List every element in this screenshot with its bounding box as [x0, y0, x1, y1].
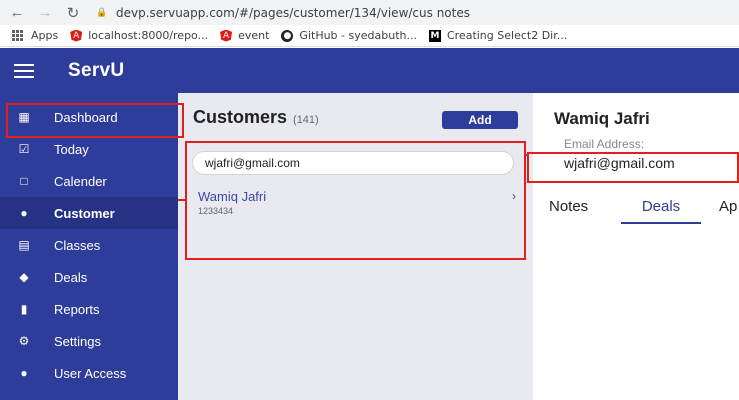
- sidebar-item-label: Settings: [54, 333, 101, 349]
- sidebar-item-customer[interactable]: ● Customer: [0, 197, 178, 229]
- tag-icon: ◆: [19, 270, 29, 284]
- customers-title: Customers: [193, 107, 288, 127]
- cogs-icon: ⚙: [18, 334, 30, 348]
- bookmark-label: GitHub - syedabuth...: [299, 29, 417, 42]
- sidebar-item-label: User Access: [54, 365, 127, 381]
- sidebar-item-label: Customer: [54, 205, 115, 221]
- user-icon: ●: [20, 206, 28, 220]
- sidebar-item-calender[interactable]: □ Calender: [0, 165, 178, 197]
- sidebar-item-user-access[interactable]: ● User Access: [0, 357, 178, 389]
- sidebar-item-label: Deals: [54, 269, 88, 285]
- reload-icon[interactable]: ↻: [62, 2, 84, 24]
- highlight-box-sidebar: [6, 103, 184, 138]
- highlight-box-customers: [185, 141, 526, 260]
- book-icon: ▤: [18, 238, 30, 252]
- bookmark-apps[interactable]: Apps: [12, 29, 58, 42]
- highlight-connector: [526, 154, 528, 156]
- app-header: ServU: [0, 48, 739, 93]
- app-brand: ServU: [68, 59, 125, 81]
- calendar-check-icon: ☑: [18, 142, 30, 156]
- bookmarks-bar: Apps A localhost:8000/repo... A event ● …: [0, 25, 739, 47]
- detail-customer-name: Wamiq Jafri: [554, 109, 650, 128]
- apps-grid-icon: [12, 30, 23, 41]
- url-text: devp.servuapp.com/#/pages/customer/134/v…: [116, 5, 470, 20]
- sidebar-item-label: Classes: [54, 237, 101, 253]
- bookmark-github[interactable]: ● GitHub - syedabuth...: [281, 29, 417, 42]
- medium-icon: M: [428, 29, 441, 42]
- sidebar-item-settings[interactable]: ⚙ Settings: [0, 325, 178, 357]
- sidebar-item-label: Today: [54, 141, 89, 157]
- customer-detail-panel: Wamiq Jafri Email Address: wjafri@gmail.…: [533, 93, 739, 400]
- menu-icon[interactable]: [14, 63, 34, 78]
- bookmark-select2[interactable]: M Creating Select2 Dir...: [428, 29, 568, 42]
- bookmark-label: event: [238, 29, 270, 42]
- customers-header: Customers (141): [193, 107, 319, 128]
- forward-icon[interactable]: →: [34, 2, 56, 24]
- add-customer-button[interactable]: Add: [442, 111, 518, 129]
- highlight-box-email: [527, 152, 739, 183]
- bookmark-event[interactable]: A event: [220, 29, 269, 42]
- browser-toolbar: ← → ↻ 🔒 devp.servuapp.com/#/pages/custom…: [0, 0, 739, 25]
- sidebar-item-reports[interactable]: ▮ Reports: [0, 293, 178, 325]
- angular-icon: A: [70, 29, 83, 42]
- email-label: Email Address:: [564, 137, 645, 151]
- bookmark-label: Apps: [31, 29, 59, 42]
- customers-count: (141): [293, 114, 319, 126]
- bookmark-label: localhost:8000/repo...: [88, 29, 209, 42]
- back-icon[interactable]: ←: [6, 2, 28, 24]
- bookmark-localhost[interactable]: A localhost:8000/repo...: [70, 29, 208, 42]
- sidebar-item-deals[interactable]: ◆ Deals: [0, 261, 178, 293]
- calendar-icon: □: [20, 174, 28, 188]
- angular-icon: A: [220, 29, 233, 42]
- sidebar-item-label: Calender: [54, 173, 107, 189]
- detail-tabs: Notes Deals Ap: [533, 198, 739, 224]
- lock-icon: 🔒: [96, 7, 108, 18]
- users-icon: ●: [20, 366, 28, 380]
- sidebar-item-label: Reports: [54, 301, 100, 317]
- github-icon: ●: [281, 29, 294, 42]
- tab-deals[interactable]: Deals: [621, 198, 701, 224]
- address-bar[interactable]: 🔒 devp.servuapp.com/#/pages/customer/134…: [96, 3, 739, 23]
- sidebar: ▦ Dashboard ☑ Today □ Calender ● Custome…: [0, 93, 178, 400]
- sidebar-item-classes[interactable]: ▤ Classes: [0, 229, 178, 261]
- tab-ap[interactable]: Ap: [719, 198, 737, 224]
- bookmark-label: Creating Select2 Dir...: [446, 29, 568, 42]
- file-icon: ▮: [20, 302, 28, 316]
- tab-notes[interactable]: Notes: [549, 198, 588, 224]
